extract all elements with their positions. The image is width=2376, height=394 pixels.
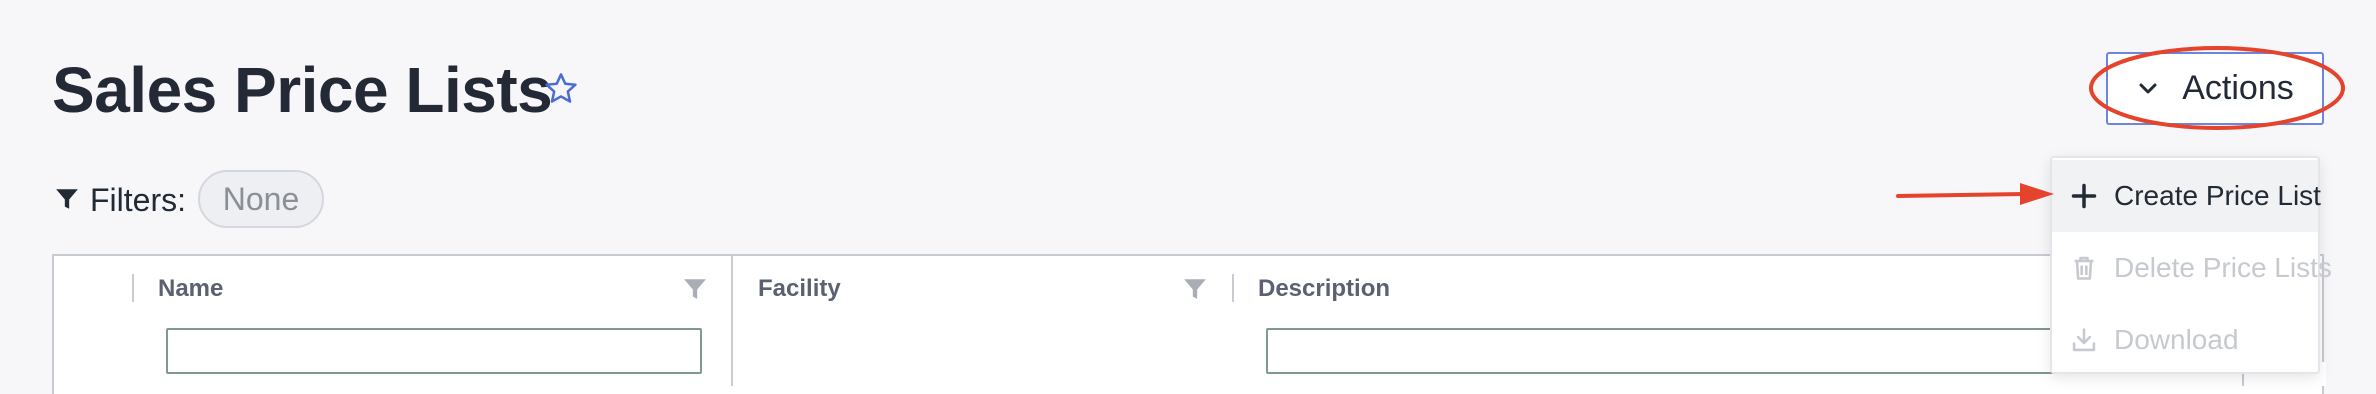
menu-item-label: Create Price List xyxy=(2114,180,2321,211)
column-header-description[interactable]: Description xyxy=(1258,274,1390,304)
filters-label: Filters: xyxy=(90,182,186,218)
column-header-facility[interactable]: Facility xyxy=(758,274,841,304)
facility-column-filter-icon[interactable] xyxy=(1182,276,1208,302)
chevron-down-icon xyxy=(2139,83,2157,93)
menu-item-label: Delete Price Lists xyxy=(2114,252,2332,283)
trash-icon xyxy=(2074,256,2094,280)
name-column-filter-icon[interactable] xyxy=(682,276,708,302)
actions-button-label: Actions xyxy=(2182,69,2294,107)
actions-button[interactable]: Actions xyxy=(2106,52,2324,125)
star-icon[interactable] xyxy=(542,70,580,108)
filter-icon xyxy=(56,189,78,209)
annotation-arrow xyxy=(1896,183,2054,205)
menu-item-label: Download xyxy=(2114,324,2239,355)
page-title: Sales Price Lists xyxy=(52,54,553,126)
column-separator xyxy=(1232,274,1234,302)
download-icon xyxy=(2072,328,2096,352)
column-separator xyxy=(132,274,134,302)
menu-item-create-price-list[interactable]: Create Price List xyxy=(2052,160,2321,232)
menu-item-download[interactable]: Download xyxy=(2052,304,2318,376)
actions-dropdown-menu: Create Price List Delete Price Lists Dow… xyxy=(2050,156,2332,376)
menu-item-delete-price-lists[interactable]: Delete Price Lists xyxy=(2052,232,2332,304)
filters-value-chip[interactable]: None xyxy=(198,170,324,228)
column-divider xyxy=(731,256,733,386)
name-filter-input[interactable] xyxy=(166,328,702,374)
column-header-name[interactable]: Name xyxy=(158,274,223,304)
description-filter-input[interactable] xyxy=(1266,328,2066,374)
plus-icon xyxy=(2071,183,2097,209)
